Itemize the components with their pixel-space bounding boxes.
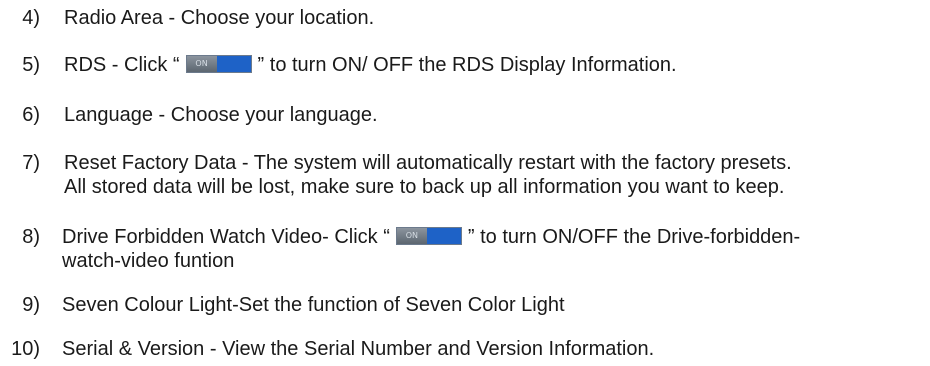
item-text: Serial & Version - View the Serial Numbe… <box>62 338 655 360</box>
item-number: 7) <box>22 152 40 174</box>
item-text-before: Drive Forbidden Watch Video- Click “ <box>62 226 390 248</box>
item-number: 9) <box>22 294 40 316</box>
item-text: Radio Area - Choose your location. <box>64 7 375 29</box>
item-text: Language - Choose your language. <box>64 104 378 126</box>
item-text-before: RDS - Click “ <box>64 54 180 76</box>
item-text-line-1: Reset Factory Data - The system will aut… <box>64 152 792 174</box>
manual-settings-list: 4) Radio Area - Choose your location. 5)… <box>0 0 930 366</box>
item-text-line-1: Drive Forbidden Watch Video- Click “ ON ” … <box>62 225 800 249</box>
item-number: 10) <box>11 338 40 360</box>
toggle-on-label: ON <box>396 228 427 245</box>
item-number: 8) <box>22 226 40 248</box>
item-text: Reset Factory Data - The system will aut… <box>64 151 792 199</box>
item-text-line-2: All stored data will be lost, make sure … <box>64 176 785 198</box>
item-text: RDS - Click “ ON ” to turn ON/ OFF the RDS… <box>64 53 677 77</box>
rds-toggle-switch-icon: ON <box>185 55 252 74</box>
item-text: Seven Colour Light-Set the function of S… <box>62 294 565 316</box>
item-number: 5) <box>22 54 40 76</box>
item-text-line-2: watch-video funtion <box>62 250 235 272</box>
toggle-on-label: ON <box>186 56 217 73</box>
item-text-after: ” to turn ON/OFF the Drive-forbidden- <box>467 226 801 248</box>
item-text: Drive Forbidden Watch Video- Click “ ON ” … <box>62 225 800 273</box>
item-number: 4) <box>22 7 40 29</box>
item-text-after: ” to turn ON/ OFF the RDS Display Inform… <box>257 54 677 76</box>
drive-video-toggle-switch-icon: ON <box>395 227 462 246</box>
item-number: 6) <box>22 104 40 126</box>
